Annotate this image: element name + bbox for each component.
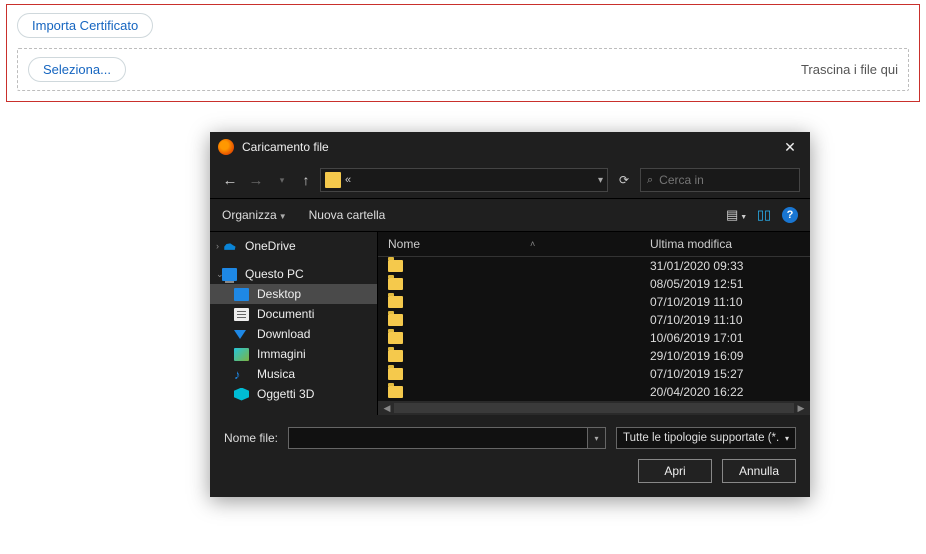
sidebar-item-label: Musica [257, 367, 295, 381]
sidebar-item-img[interactable]: Immagini [210, 344, 377, 364]
column-name[interactable]: Nome ˄ [388, 237, 650, 251]
cancel-button[interactable]: Annulla [722, 459, 796, 483]
file-row[interactable]: 10/06/2019 17:01 [378, 329, 810, 347]
sidebar-item-label: Immagini [257, 347, 306, 361]
file-modified: 20/04/2020 16:22 [650, 385, 800, 399]
import-panel: Importa Certificato Seleziona... Trascin… [6, 4, 920, 102]
back-button[interactable]: ← [220, 172, 240, 189]
search-box[interactable]: ⌕ [640, 168, 800, 192]
chevron-icon: › [216, 241, 219, 251]
file-modified: 07/10/2019 11:10 [650, 313, 800, 327]
filename-input[interactable] [288, 427, 588, 449]
chevron-down-icon[interactable]: ▾ [598, 175, 603, 186]
select-file-button[interactable]: Seleziona... [28, 57, 126, 82]
file-row[interactable]: 07/10/2019 11:10 [378, 293, 810, 311]
chevron-down-icon: ▾ [785, 434, 789, 443]
open-button[interactable]: Apri [638, 459, 712, 483]
file-row[interactable]: 20/04/2020 16:22 [378, 383, 810, 401]
file-list[interactable]: 31/01/2020 09:33 08/05/2019 12:51 07/10/20… [378, 257, 810, 401]
import-certificate-button[interactable]: Importa Certificato [17, 13, 153, 38]
sidebar-item-label: Questo PC [245, 267, 304, 281]
view-mode-button[interactable]: ▤▼ [726, 207, 746, 223]
dialog-body: › OneDrive ⌄Questo PC Desktop Documenti Downl… [210, 231, 810, 415]
file-row[interactable]: 31/01/2020 09:33 [378, 257, 810, 275]
sidebar-item-label: OneDrive [245, 239, 296, 253]
file-modified: 31/01/2020 09:33 [650, 259, 800, 273]
sort-indicator-icon: ˄ [530, 239, 535, 249]
sidebar-item-down[interactable]: Download [210, 324, 377, 344]
file-dropzone[interactable]: Seleziona... Trascina i file qui [17, 48, 909, 91]
sidebar-item-label: Download [257, 327, 310, 341]
sidebar-item-label: Desktop [257, 287, 301, 301]
folder-icon [388, 386, 403, 398]
column-modified[interactable]: Ultima modifica [650, 237, 800, 251]
scroll-left-icon[interactable]: ◀ [380, 403, 394, 414]
drag-hint: Trascina i file qui [801, 62, 898, 77]
file-open-dialog: Caricamento file ✕ ← → ▾ ↑ « ▾ ⟳ ⌕ Organ… [210, 132, 810, 497]
dialog-bottom: Nome file: ▾ Tutte le tipologie supporta… [210, 415, 810, 497]
preview-pane-button[interactable]: ▯▯ [754, 207, 774, 223]
folder-icon [388, 296, 403, 308]
forward-button[interactable]: → [246, 172, 266, 189]
sidebar-item-3d[interactable]: Oggetti 3D [210, 384, 377, 404]
filename-row: Nome file: ▾ Tutte le tipologie supporta… [224, 427, 796, 449]
recent-dropdown[interactable]: ▾ [272, 175, 292, 186]
dialog-title: Caricamento file [242, 140, 770, 154]
sidebar-item-label: Documenti [257, 307, 314, 321]
file-row[interactable]: 07/10/2019 15:27 [378, 365, 810, 383]
titlebar: Caricamento file ✕ [210, 132, 810, 162]
file-row[interactable]: 08/05/2019 12:51 [378, 275, 810, 293]
refresh-button[interactable]: ⟳ [614, 173, 634, 187]
file-modified: 10/06/2019 17:01 [650, 331, 800, 345]
sidebar-item-doc[interactable]: Documenti [210, 304, 377, 324]
address-bar[interactable]: « ▾ [320, 168, 608, 192]
file-modified: 07/10/2019 15:27 [650, 367, 800, 381]
folder-icon [388, 278, 403, 290]
file-row[interactable]: 07/10/2019 11:10 [378, 311, 810, 329]
sidebar: › OneDrive ⌄Questo PC Desktop Documenti Downl… [210, 232, 378, 415]
filename-label: Nome file: [224, 431, 278, 445]
up-button[interactable]: ↑ [298, 172, 314, 188]
folder-icon [388, 368, 403, 380]
search-icon: ⌕ [647, 174, 653, 187]
file-modified: 07/10/2019 11:10 [650, 295, 800, 309]
column-headers[interactable]: Nome ˄ Ultima modifica [378, 232, 810, 257]
action-row: Apri Annulla [224, 459, 796, 483]
sidebar-item-pc[interactable]: ⌄Questo PC [210, 264, 377, 284]
sidebar-item-music[interactable]: ♪Musica [210, 364, 377, 384]
scroll-track[interactable] [394, 403, 794, 413]
sidebar-item-desktop[interactable]: Desktop [210, 284, 377, 304]
nav-row: ← → ▾ ↑ « ▾ ⟳ ⌕ [210, 162, 810, 199]
address-text: « [345, 174, 351, 186]
folder-icon [325, 172, 341, 188]
close-button[interactable]: ✕ [770, 132, 810, 162]
file-row[interactable]: 29/10/2019 16:09 [378, 347, 810, 365]
folder-icon [388, 332, 403, 344]
file-type-filter[interactable]: Tutte le tipologie supportate (*. ▾ [616, 427, 796, 449]
sidebar-item-label: Oggetti 3D [257, 387, 314, 401]
search-input[interactable] [659, 173, 793, 187]
organize-menu[interactable]: Organizza▼ [222, 208, 287, 222]
horizontal-scrollbar[interactable]: ◀ ▶ [378, 401, 810, 415]
new-folder-button[interactable]: Nuova cartella [309, 208, 386, 222]
folder-icon [388, 260, 403, 272]
file-modified: 29/10/2019 16:09 [650, 349, 800, 363]
folder-icon [388, 314, 403, 326]
help-button[interactable]: ? [782, 207, 798, 223]
folder-icon [388, 350, 403, 362]
file-pane: Nome ˄ Ultima modifica 31/01/2020 09:33 0… [378, 232, 810, 415]
filename-history-dropdown[interactable]: ▾ [588, 427, 606, 449]
file-modified: 08/05/2019 12:51 [650, 277, 800, 291]
scroll-right-icon[interactable]: ▶ [794, 403, 808, 414]
toolbar: Organizza▼ Nuova cartella ▤▼ ▯▯ ? [210, 199, 810, 231]
sidebar-item-onedrive[interactable]: › OneDrive [210, 236, 377, 256]
firefox-icon [218, 139, 234, 155]
